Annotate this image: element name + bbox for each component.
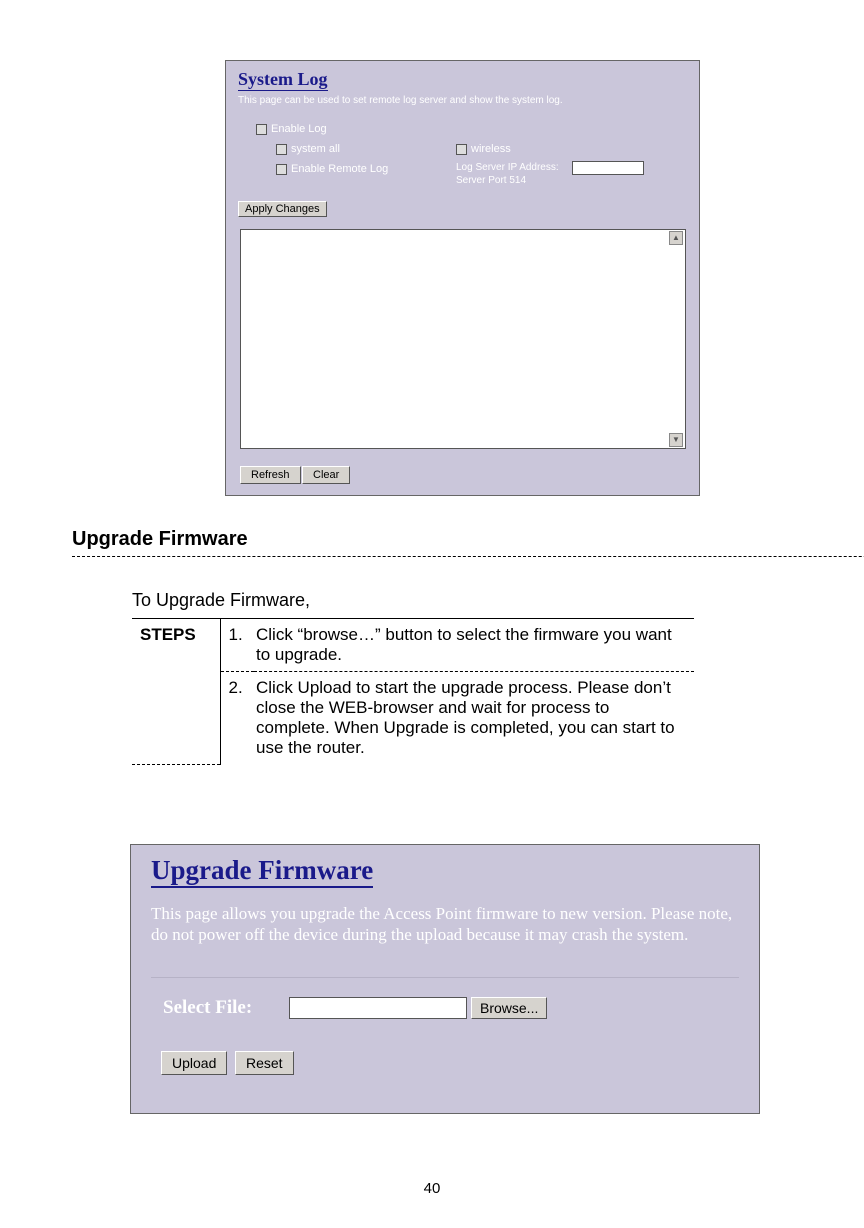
- upgrade-firmware-title: Upgrade Firmware: [151, 855, 373, 888]
- step-text: Click “browse…” button to select the fir…: [254, 619, 694, 672]
- wireless-checkbox[interactable]: wireless: [456, 143, 511, 155]
- upgrade-firmware-desc: This page allows you upgrade the Access …: [151, 903, 739, 946]
- refresh-button[interactable]: Refresh: [240, 466, 301, 484]
- checkbox-icon: [276, 164, 287, 175]
- scroll-up-icon[interactable]: ▲: [669, 231, 683, 245]
- browse-button[interactable]: Browse...: [471, 997, 547, 1019]
- checkbox-icon: [276, 144, 287, 155]
- enable-remote-log-label: Enable Remote Log: [291, 163, 388, 175]
- system-log-desc: This page can be used to set remote log …: [238, 95, 687, 106]
- select-file-input[interactable]: [289, 997, 467, 1019]
- enable-log-checkbox[interactable]: Enable Log: [256, 123, 327, 135]
- system-log-title: System Log: [238, 69, 328, 91]
- checkbox-icon: [256, 124, 267, 135]
- section-heading: Upgrade Firmware: [72, 528, 248, 551]
- log-server-ip-label: Log Server IP Address: Server Port 514: [456, 161, 559, 187]
- system-all-label: system all: [291, 143, 340, 155]
- separator: [151, 977, 739, 978]
- section-heading-underline: [72, 556, 864, 557]
- system-log-textarea[interactable]: [240, 229, 686, 449]
- system-log-panel: System Log This page can be used to set …: [225, 60, 700, 496]
- page-number: 40: [0, 1180, 864, 1197]
- upgrade-firmware-panel: Upgrade Firmware This page allows you up…: [130, 844, 760, 1114]
- upload-button[interactable]: Upload: [161, 1051, 227, 1075]
- select-file-label: Select File:: [163, 997, 252, 1019]
- steps-label: STEPS: [132, 619, 220, 765]
- apply-changes-button[interactable]: Apply Changes: [238, 201, 327, 217]
- step-number: 2.: [220, 672, 254, 765]
- steps-table: STEPS 1. Click “browse…” button to selec…: [132, 618, 694, 765]
- log-server-ip-input[interactable]: [572, 161, 644, 175]
- table-row: STEPS 1. Click “browse…” button to selec…: [132, 619, 694, 672]
- system-all-checkbox[interactable]: system all: [276, 143, 340, 155]
- clear-button[interactable]: Clear: [302, 466, 350, 484]
- step-text: Click Upload to start the upgrade proces…: [254, 672, 694, 765]
- reset-button[interactable]: Reset: [235, 1051, 294, 1075]
- step-number: 1.: [220, 619, 254, 672]
- scroll-down-icon[interactable]: ▼: [669, 433, 683, 447]
- intro-text: To Upgrade Firmware,: [132, 590, 310, 611]
- enable-remote-log-checkbox[interactable]: Enable Remote Log: [276, 163, 388, 175]
- checkbox-icon: [456, 144, 467, 155]
- enable-log-label: Enable Log: [271, 123, 327, 135]
- wireless-label: wireless: [471, 143, 511, 155]
